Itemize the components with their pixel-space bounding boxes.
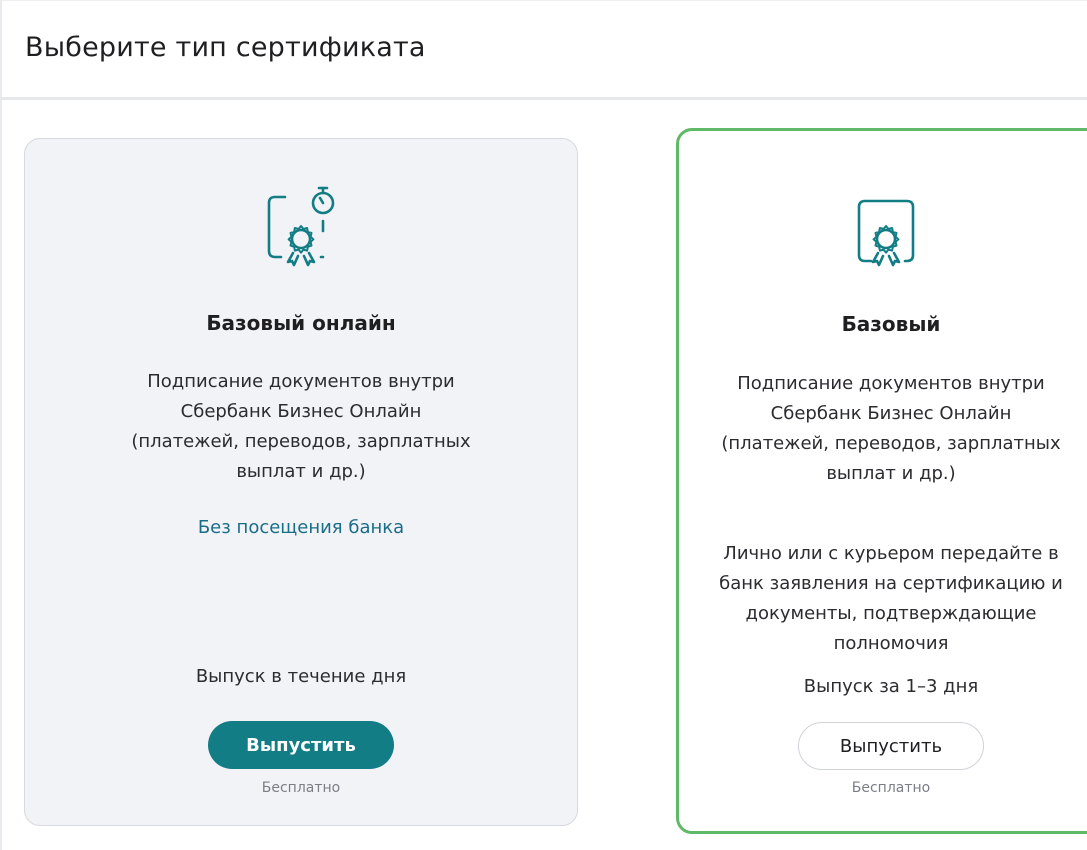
issue-time-text: Выпуск за 1–3 дня	[803, 676, 979, 697]
card-extra-line: Лично или с курьером передайте в	[723, 543, 1059, 564]
card-description-line: Подписание документов внутри	[147, 371, 455, 392]
price-text: Бесплатно	[851, 780, 931, 796]
price-text: Бесплатно	[261, 780, 341, 796]
card-title: Базовый	[841, 312, 941, 336]
card-description-line: выплат и др.)	[236, 461, 366, 482]
card-description-line: Подписание документов внутри	[737, 373, 1045, 394]
card-extra-line: документы, подтверждающие	[745, 603, 1037, 624]
card-description-line: Сбербанк Бизнес Онлайн	[180, 401, 422, 422]
card-description-line: выплат и др.)	[826, 463, 956, 484]
issue-button[interactable]: Выпустить	[798, 722, 984, 770]
card-basic[interactable]: Базовый Подписание документов внутри Сбе…	[676, 128, 1087, 834]
card-extra-line: банк заявления на сертификацию и	[719, 573, 1063, 594]
card-description-line: Сбербанк Бизнес Онлайн	[770, 403, 1012, 424]
no-bank-visit-link[interactable]: Без посещения банка	[25, 517, 577, 538]
card-description: Подписание документов внутри Сбербанк Би…	[25, 367, 577, 487]
frame-left-divider	[0, 0, 2, 850]
card-description-line: (платежей, переводов, зарплатных	[721, 433, 1061, 454]
card-description-line: (платежей, переводов, зарплатных	[131, 431, 471, 452]
card-basic-online[interactable]: Базовый онлайн Подписание документов вну…	[24, 138, 578, 826]
card-description: Подписание документов внутри Сбербанк Би…	[679, 369, 1087, 489]
certificate-timer-icon	[267, 186, 335, 267]
card-extra-description: Лично или с курьером передайте в банк за…	[679, 539, 1087, 659]
page: Выберите тип сертификата Базовый онлайн …	[0, 0, 1087, 850]
issue-button[interactable]: Выпустить	[208, 721, 394, 769]
certificate-icon	[857, 199, 915, 267]
issue-time-text: Выпуск в течение дня	[195, 666, 407, 687]
card-extra-line: полномочия	[833, 633, 949, 654]
card-title: Базовый онлайн	[206, 311, 396, 335]
page-header: Выберите тип сертификата	[0, 0, 1087, 100]
page-title: Выберите тип сертификата	[25, 32, 426, 63]
